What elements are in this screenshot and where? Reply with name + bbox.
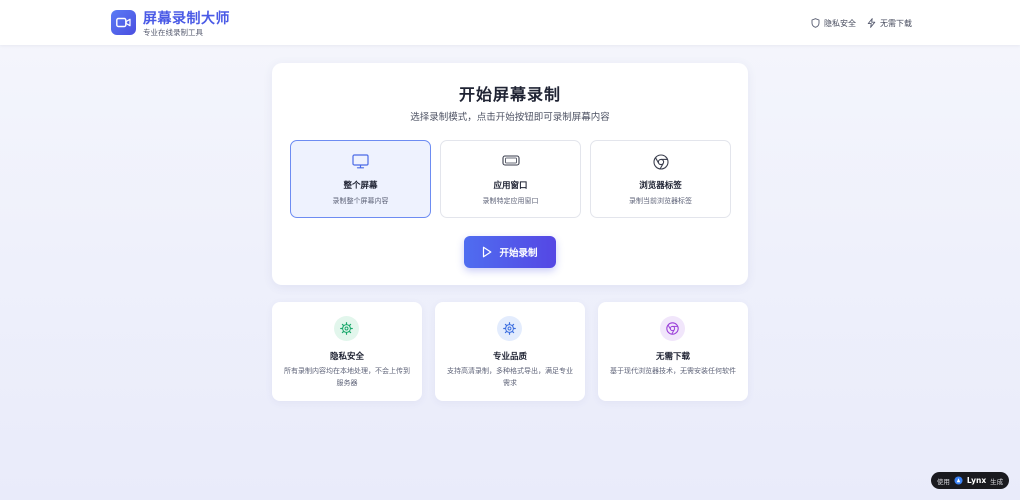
- feature-description: 支持高清录制，多种格式导出，满足专业需求: [447, 367, 573, 387]
- page-subtitle: 选择录制模式，点击开始按钮即可录制屏幕内容: [410, 112, 610, 123]
- feature-card-no-download: 无需下载 基于现代浏览器技术，无需安装任何软件: [598, 302, 748, 401]
- feature-title: 无需下载: [655, 352, 690, 362]
- feature-icon-badge: [497, 316, 522, 341]
- feature-title: 隐私安全: [329, 352, 364, 362]
- recording-card: 开始屏幕录制 选择录制模式，点击开始按钮即可录制屏幕内容 整个屏幕 录制整个屏幕…: [272, 63, 748, 285]
- mode-option-browser-tab[interactable]: 浏览器标签 录制当前浏览器标签: [590, 140, 731, 218]
- gear-icon: [503, 322, 516, 335]
- mode-title: 整个屏幕: [343, 181, 378, 191]
- feature-card-quality: 专业品质 支持高清录制，多种格式导出，满足专业需求: [435, 302, 585, 401]
- lynx-badge-suffix: 生成: [990, 477, 1004, 486]
- mode-option-fullscreen[interactable]: 整个屏幕 录制整个屏幕内容: [290, 140, 431, 218]
- feature-description: 基于现代浏览器技术，无需安装任何软件: [610, 367, 736, 375]
- mode-title: 应用窗口: [493, 181, 528, 191]
- start-recording-button[interactable]: 开始录制: [464, 236, 556, 268]
- chrome-icon: [652, 154, 669, 170]
- nav-no-download[interactable]: 无需下载: [867, 16, 912, 30]
- mode-title: 浏览器标签: [639, 181, 682, 191]
- page-title: 开始屏幕录制: [458, 85, 561, 104]
- top-header: 屏幕录制大师 专业在线录制工具 隐私安全 无需下载: [0, 0, 1020, 45]
- window-icon: [501, 155, 520, 166]
- nav-no-download-label: 无需下载: [880, 18, 912, 28]
- app-subtitle: 专业在线录制工具: [143, 28, 203, 37]
- app-logo[interactable]: [111, 10, 136, 35]
- feature-title: 专业品质: [492, 352, 527, 362]
- app-title: 屏幕录制大师: [143, 11, 230, 27]
- gear-icon: [340, 322, 353, 335]
- feature-icon-badge: [660, 316, 685, 341]
- video-camera-icon: [116, 17, 131, 28]
- lynx-logo-icon: [954, 476, 963, 485]
- feature-card-privacy: 隐私安全 所有录制内容均在本地处理，不会上传到服务器: [272, 302, 422, 401]
- nav-privacy-label: 隐私安全: [824, 18, 856, 28]
- feature-description: 所有录制内容均在本地处理，不会上传到服务器: [284, 367, 410, 387]
- monitor-icon: [352, 154, 369, 169]
- play-icon: [483, 246, 492, 258]
- lightning-icon: [867, 18, 876, 28]
- lynx-badge-brand: Lynx: [966, 476, 987, 485]
- mode-option-window[interactable]: 应用窗口 录制特定应用窗口: [440, 140, 581, 218]
- shield-icon: [811, 18, 820, 28]
- lynx-badge[interactable]: 使用 Lynx 生成: [931, 472, 1009, 489]
- start-recording-label: 开始录制: [499, 248, 538, 259]
- chrome-icon: [666, 322, 679, 335]
- mode-description: 录制整个屏幕内容: [332, 197, 389, 205]
- lynx-badge-prefix: 使用: [936, 477, 950, 486]
- nav-privacy[interactable]: 隐私安全: [811, 16, 856, 30]
- feature-icon-badge: [334, 316, 359, 341]
- mode-description: 录制特定应用窗口: [482, 197, 539, 205]
- mode-description: 录制当前浏览器标签: [629, 197, 692, 205]
